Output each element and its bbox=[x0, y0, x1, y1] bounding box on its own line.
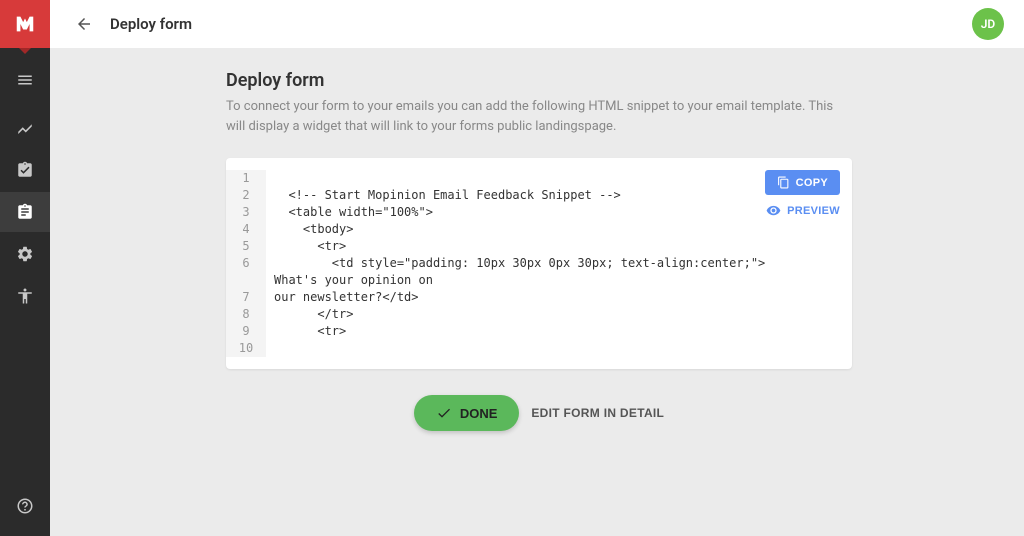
brand-logo[interactable] bbox=[0, 0, 50, 48]
line-text: our newsletter?</td> bbox=[266, 289, 852, 306]
page-title: Deploy form bbox=[226, 70, 852, 91]
sidebar-item-menu[interactable] bbox=[0, 60, 50, 100]
edit-form-detail-button[interactable]: EDIT FORM IN DETAIL bbox=[531, 406, 664, 420]
copy-button[interactable]: COPY bbox=[765, 170, 840, 195]
line-number: 3 bbox=[226, 204, 266, 221]
line-text: <td style="padding: 10px 30px 0px 30px; … bbox=[266, 255, 852, 289]
eye-icon bbox=[766, 203, 781, 218]
line-number: 1 bbox=[226, 170, 266, 187]
code-line: 7our newsletter?</td> bbox=[226, 289, 852, 306]
line-number: 4 bbox=[226, 221, 266, 238]
sidebar-item-help[interactable] bbox=[0, 486, 50, 526]
topbar-title: Deploy form bbox=[110, 15, 192, 33]
code-line: 5 <tr> bbox=[226, 238, 852, 255]
code-line: 6 <td style="padding: 10px 30px 0px 30px… bbox=[226, 255, 852, 289]
sidebar-item-forms[interactable] bbox=[0, 192, 50, 232]
copy-label: COPY bbox=[796, 177, 828, 189]
line-number: 10 bbox=[226, 340, 266, 357]
page-description: To connect your form to your emails you … bbox=[226, 97, 852, 136]
line-number: 8 bbox=[226, 306, 266, 323]
check-icon bbox=[436, 405, 452, 421]
line-number: 2 bbox=[226, 187, 266, 204]
code-line: 10 bbox=[226, 340, 852, 357]
sidebar-item-analytics[interactable] bbox=[0, 108, 50, 148]
code-line: 3 <table width="100%"> bbox=[226, 204, 852, 221]
bottom-actions: DONE EDIT FORM IN DETAIL bbox=[226, 395, 852, 431]
code-line: 9 <tr> bbox=[226, 323, 852, 340]
back-button[interactable] bbox=[74, 14, 94, 34]
code-snippet-card: COPY PREVIEW 12 <!-- Start Mopinion Emai… bbox=[226, 158, 852, 369]
line-text: <tr> bbox=[266, 238, 852, 255]
line-number: 5 bbox=[226, 238, 266, 255]
sidebar-item-accessibility[interactable] bbox=[0, 276, 50, 316]
line-number: 6 bbox=[226, 255, 266, 272]
sidebar-item-tasks[interactable] bbox=[0, 150, 50, 190]
preview-label: PREVIEW bbox=[787, 205, 840, 217]
line-number: 7 bbox=[226, 289, 266, 306]
content-area: Deploy form To connect your form to your… bbox=[50, 48, 1024, 536]
code-lines[interactable]: 12 <!-- Start Mopinion Email Feedback Sn… bbox=[226, 170, 852, 357]
topbar: Deploy form JD bbox=[50, 0, 1024, 48]
line-text: <tr> bbox=[266, 323, 852, 340]
line-text: <tbody> bbox=[266, 221, 852, 238]
code-line: 2 <!-- Start Mopinion Email Feedback Sni… bbox=[226, 187, 852, 204]
code-line: 1 bbox=[226, 170, 852, 187]
sidebar bbox=[0, 0, 50, 536]
sidebar-item-settings[interactable] bbox=[0, 234, 50, 274]
done-label: DONE bbox=[460, 406, 498, 421]
code-line: 4 <tbody> bbox=[226, 221, 852, 238]
code-line: 8 </tr> bbox=[226, 306, 852, 323]
line-text: </tr> bbox=[266, 306, 852, 323]
line-number: 9 bbox=[226, 323, 266, 340]
preview-button[interactable]: PREVIEW bbox=[766, 203, 840, 218]
copy-icon bbox=[777, 176, 790, 189]
user-avatar[interactable]: JD bbox=[972, 8, 1004, 40]
done-button[interactable]: DONE bbox=[414, 395, 520, 431]
